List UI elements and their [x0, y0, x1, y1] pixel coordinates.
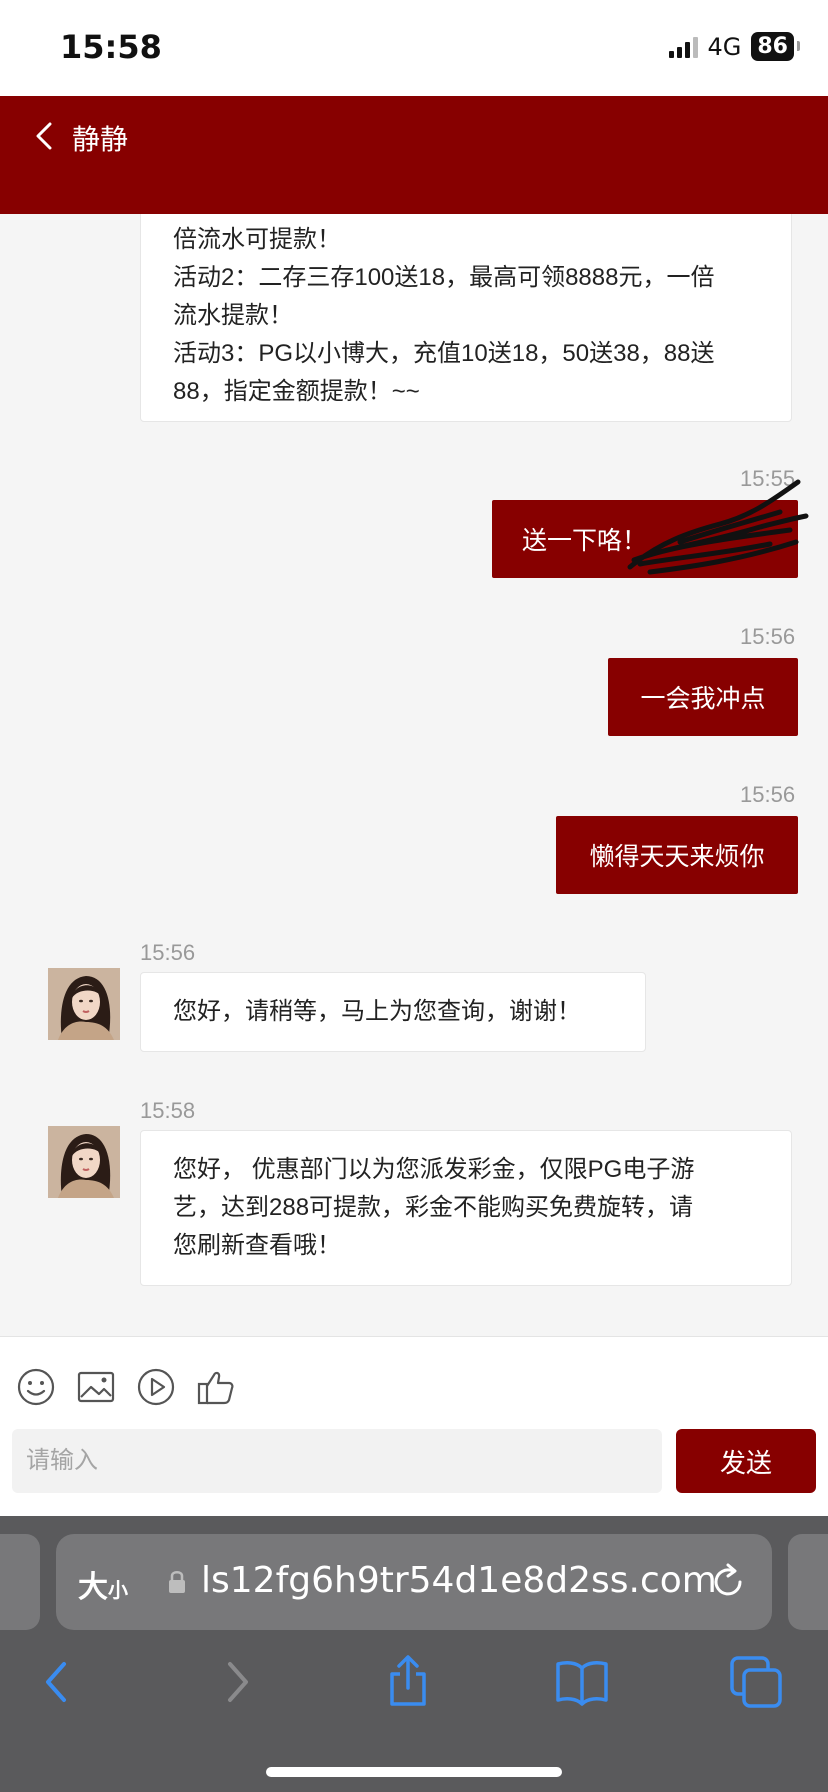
text-size-label-small: 小 — [108, 1580, 128, 1602]
browser-forward-icon[interactable] — [206, 1652, 266, 1712]
text-size-label: 大 — [78, 1571, 108, 1604]
message-line: 活动3：PG以小博大，充值10送18，50送38，88送 — [173, 340, 715, 367]
message-time: 15:56 — [140, 940, 196, 965]
next-tab[interactable] — [788, 1534, 828, 1630]
signal-icon — [668, 36, 698, 58]
message-bubble-agent: 您好， 优惠部门以为您派发彩金，仅限PG电子游 艺，达到288可提款，彩金不能购… — [140, 1130, 792, 1286]
message-text: 懒得天天来烦你 — [589, 843, 765, 871]
back-icon — [36, 122, 52, 150]
share-icon[interactable] — [378, 1652, 438, 1712]
message-line: 88，指定金额提款！~~ — [173, 378, 420, 405]
chat-header: 静静 — [0, 96, 828, 214]
bookmarks-icon[interactable] — [552, 1652, 612, 1712]
message-bubble-user: 懒得天天来烦你 — [556, 816, 798, 894]
message-line: 您好， 优惠部门以为您派发彩金，仅限PG电子游 — [173, 1156, 695, 1183]
message-input[interactable] — [12, 1429, 662, 1493]
previous-tab[interactable] — [0, 1534, 40, 1630]
text-size-button[interactable]: 大小 — [78, 1562, 128, 1606]
image-icon[interactable] — [76, 1367, 116, 1407]
emoji-icon[interactable] — [16, 1367, 56, 1407]
message-time: 15:56 — [740, 624, 796, 649]
agent-avatar — [48, 968, 120, 1040]
send-button[interactable]: 发送 — [676, 1429, 816, 1493]
message-line: 流水提款！ — [173, 302, 293, 329]
chat-messages[interactable]: 倍流水可提款！ 活动2：二存三存100送18，最高可领8888元，一倍 流水提款… — [0, 214, 828, 1336]
reload-icon[interactable] — [706, 1560, 750, 1604]
back-button[interactable] — [24, 116, 64, 156]
composer: 发送 — [0, 1336, 828, 1517]
message-bubble-agent: 倍流水可提款！ 活动2：二存三存100送18，最高可领8888元，一倍 流水提款… — [140, 214, 792, 422]
redaction-scribble — [627, 479, 809, 575]
home-indicator[interactable] — [266, 1767, 562, 1777]
message-text: 您好，请稍等，马上为您查询，谢谢！ — [173, 998, 581, 1025]
browser-toolbar: 大小 ls12fg6h9tr54d1e8d2ss.com — [0, 1516, 828, 1792]
message-text: 一会我冲点 — [640, 685, 766, 713]
video-icon[interactable] — [136, 1367, 176, 1407]
chat-title: 静静 — [72, 124, 129, 155]
url-text: ls12fg6h9tr54d1e8d2ss.com — [201, 1560, 717, 1601]
browser-back-icon[interactable] — [28, 1652, 88, 1712]
status-indicators: 4G 86 — [668, 32, 800, 61]
status-bar: 15:58 4G 86 — [0, 0, 828, 96]
lock-icon — [169, 1571, 185, 1593]
message-line: 您刷新查看哦！ — [173, 1232, 341, 1259]
message-bubble-agent: 您好，请稍等，马上为您查询，谢谢！ — [140, 972, 646, 1052]
message-bubble-user: 一会我冲点 — [608, 658, 798, 736]
message-time: 15:56 — [740, 782, 796, 807]
status-time: 15:58 — [60, 28, 162, 66]
message-line: 艺，达到288可提款，彩金不能购买免费旋转，请 — [173, 1194, 694, 1221]
message-time: 15:58 — [140, 1098, 196, 1123]
address-bar[interactable]: 大小 ls12fg6h9tr54d1e8d2ss.com — [56, 1534, 772, 1630]
message-line: 活动2：二存三存100送18，最高可领8888元，一倍 — [173, 264, 715, 291]
thumbs-up-icon[interactable] — [196, 1367, 236, 1407]
battery-icon: 86 — [751, 32, 800, 61]
message-line: 倍流水可提款！ — [173, 226, 341, 253]
tabs-icon[interactable] — [726, 1652, 786, 1712]
agent-avatar — [48, 1126, 120, 1198]
network-type: 4G — [707, 32, 742, 61]
